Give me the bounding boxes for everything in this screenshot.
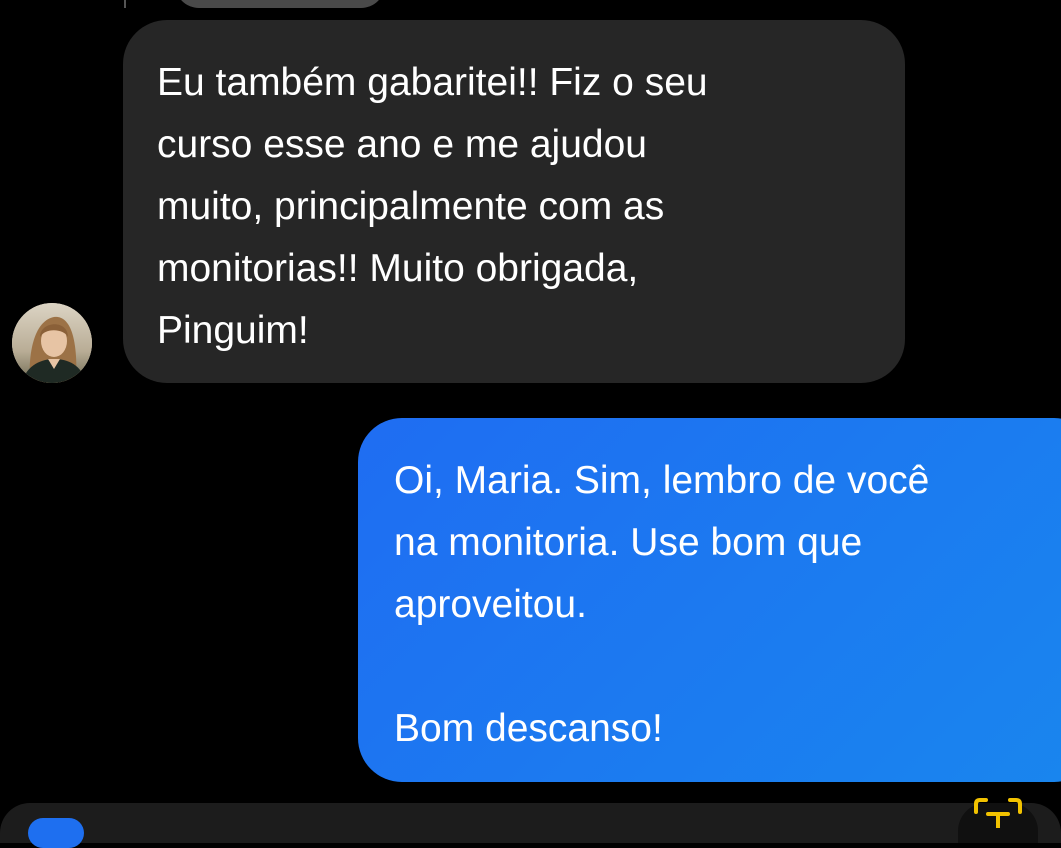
previous-message-bubble[interactable] [175,0,385,8]
received-message-bubble[interactable]: Eu também gabaritei!! Fiz o seu curso es… [123,20,905,383]
scroll-indicator [124,0,126,8]
camera-button[interactable] [28,818,84,848]
sent-message-bubble[interactable]: Oi, Maria. Sim, lembro de você na monito… [358,418,1061,782]
text-format-icon[interactable] [972,796,1024,828]
sender-avatar[interactable] [12,303,92,383]
message-composer[interactable] [0,803,1061,843]
avatar-image [12,303,92,383]
